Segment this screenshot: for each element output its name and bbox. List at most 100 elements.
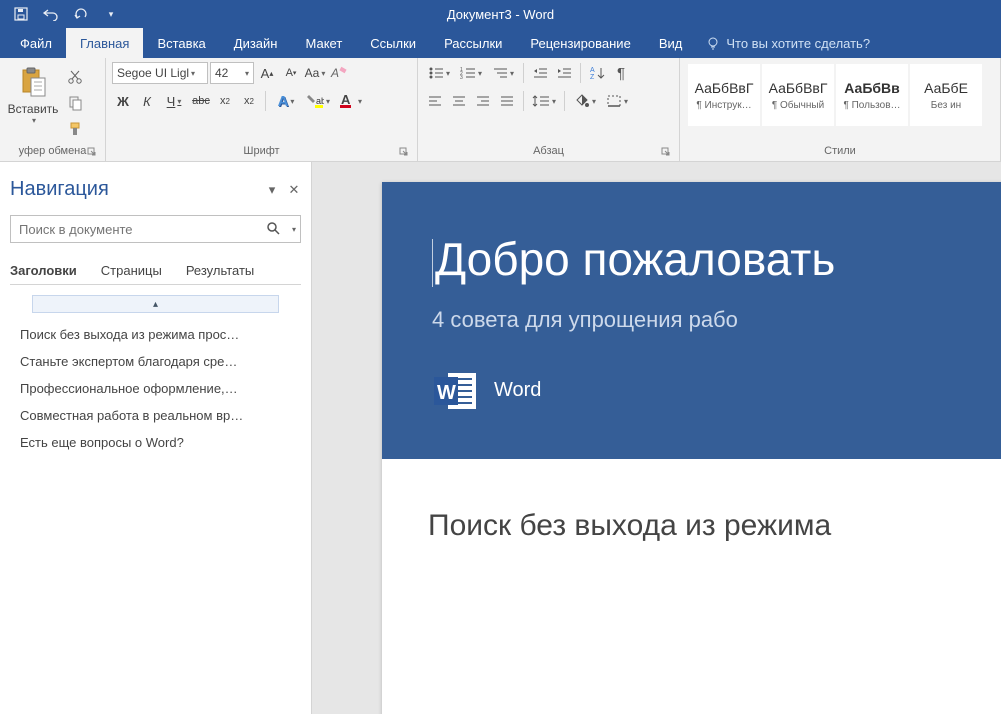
svg-text:Z: Z <box>590 74 595 81</box>
tab-insert[interactable]: Вставка <box>143 28 219 58</box>
page: Добро пожаловать 4 совета для упрощения … <box>382 182 1001 714</box>
multilevel-list-button[interactable]: ▾ <box>488 62 518 84</box>
cut-button[interactable] <box>64 66 86 88</box>
document-canvas[interactable]: Добро пожаловать 4 совета для упрощения … <box>312 162 1001 714</box>
nav-pane-title: Навигация <box>10 178 109 201</box>
dialog-launcher-icon[interactable] <box>87 147 97 157</box>
italic-button[interactable]: К <box>136 90 158 112</box>
font-color-icon: A <box>338 93 356 109</box>
increase-indent-button[interactable] <box>553 62 575 84</box>
search-input[interactable] <box>11 222 262 237</box>
tab-view[interactable]: Вид <box>645 28 697 58</box>
copy-button[interactable] <box>64 92 86 114</box>
document-title: Документ3 - Word <box>447 7 554 22</box>
numbering-button[interactable]: 123▾ <box>456 62 486 84</box>
dialog-launcher-icon[interactable] <box>661 147 671 157</box>
nav-tab-results[interactable]: Результаты <box>186 257 254 284</box>
shading-icon <box>574 93 590 109</box>
tab-home[interactable]: Главная <box>66 28 143 58</box>
style-item[interactable]: АаБбЕБез ин <box>910 64 982 126</box>
save-icon[interactable] <box>12 5 30 23</box>
dialog-launcher-icon[interactable] <box>399 147 409 157</box>
group-clipboard: Вставить ▾ уфер обмена <box>0 58 106 161</box>
nav-tab-pages[interactable]: Страницы <box>101 257 162 284</box>
svg-text:3: 3 <box>460 75 463 80</box>
align-right-button[interactable] <box>472 90 494 112</box>
group-font: Segoe UI Ligl▾ 42▾ A▴ A▾ Aa▾ A Ж К Ч▾ ab… <box>106 58 418 161</box>
decrease-font-button[interactable]: A▾ <box>280 62 302 84</box>
tab-review[interactable]: Рецензирование <box>516 28 644 58</box>
undo-icon[interactable] <box>42 5 60 23</box>
paste-label: Вставить <box>8 102 59 116</box>
borders-button[interactable]: ▾ <box>602 90 632 112</box>
tab-file[interactable]: Файл <box>6 28 66 58</box>
bullets-button[interactable]: ▾ <box>424 62 454 84</box>
sort-button[interactable]: AZ <box>586 62 608 84</box>
highlight-button[interactable]: ab▾ <box>303 90 333 112</box>
text-effects-button[interactable]: A▾ <box>271 90 301 112</box>
nav-item[interactable]: Совместная работа в реальном вр… <box>16 402 295 429</box>
ribbon-tabs: Файл Главная Вставка Дизайн Макет Ссылки… <box>0 28 1001 58</box>
paste-button[interactable]: Вставить ▾ <box>6 62 60 125</box>
subscript-button[interactable]: x2 <box>214 90 236 112</box>
tab-mailings[interactable]: Рассылки <box>430 28 516 58</box>
justify-button[interactable] <box>496 90 518 112</box>
line-spacing-button[interactable]: ▾ <box>529 90 559 112</box>
tab-layout[interactable]: Макет <box>291 28 356 58</box>
svg-text:A: A <box>590 67 595 74</box>
change-case-button[interactable]: Aa▾ <box>304 62 326 84</box>
show-marks-button[interactable]: ¶ <box>610 62 632 84</box>
clear-formatting-button[interactable]: A <box>328 62 350 84</box>
style-item[interactable]: АаБбВвГ¶ Инструк… <box>688 64 760 126</box>
chevron-down-icon[interactable]: ▾ <box>288 225 300 234</box>
bold-button[interactable]: Ж <box>112 90 134 112</box>
font-size-combo[interactable]: 42▾ <box>210 62 254 84</box>
qat-dropdown-icon[interactable]: ▾ <box>102 5 120 23</box>
font-name-combo[interactable]: Segoe UI Ligl▾ <box>112 62 208 84</box>
tell-me-label: Что вы хотите сделать? <box>726 36 870 51</box>
close-icon[interactable]: ✕ <box>287 183 301 197</box>
clear-formatting-icon: A <box>330 65 348 81</box>
align-left-icon <box>427 94 443 108</box>
format-painter-icon <box>67 121 83 137</box>
justify-icon <box>499 94 515 108</box>
underline-button[interactable]: Ч▾ <box>160 90 188 112</box>
sort-icon: AZ <box>589 65 605 81</box>
nav-item[interactable]: Поиск без выхода из режима прос… <box>16 321 295 348</box>
font-group-label: Шрифт <box>112 143 411 159</box>
svg-text:A: A <box>330 66 339 80</box>
font-color-button[interactable]: A▾ <box>335 90 365 112</box>
tell-me-search[interactable]: Что вы хотите сделать? <box>696 28 880 58</box>
navigation-pane: Навигация ▾ ✕ ▾ Заголовки Страницы Резул… <box>0 162 312 714</box>
align-left-button[interactable] <box>424 90 446 112</box>
shading-button[interactable]: ▾ <box>570 90 600 112</box>
strikethrough-button[interactable]: abc <box>190 90 212 112</box>
style-item[interactable]: АаБбВвГ¶ Обычный <box>762 64 834 126</box>
style-item[interactable]: АаБбВв¶ Пользов… <box>836 64 908 126</box>
word-logo: W Word <box>432 369 1001 413</box>
nav-search-box[interactable]: ▾ <box>10 215 301 243</box>
word-logo-text: Word <box>494 379 541 402</box>
collapse-bar[interactable]: ▴ <box>32 295 279 313</box>
nav-dropdown-icon[interactable]: ▾ <box>265 183 279 197</box>
format-painter-button[interactable] <box>64 118 86 140</box>
tab-design[interactable]: Дизайн <box>220 28 292 58</box>
redo-icon[interactable] <box>72 5 90 23</box>
nav-item[interactable]: Есть еще вопросы о Word? <box>16 429 295 456</box>
align-right-icon <box>475 94 491 108</box>
multilevel-icon <box>492 66 508 80</box>
svg-text:A: A <box>341 93 351 107</box>
styles-gallery[interactable]: АаБбВвГ¶ Инструк… АаБбВвГ¶ Обычный АаБбВ… <box>686 62 994 143</box>
search-icon[interactable] <box>262 221 286 237</box>
align-center-button[interactable] <box>448 90 470 112</box>
superscript-button[interactable]: x2 <box>238 90 260 112</box>
nav-tab-headings[interactable]: Заголовки <box>10 257 77 284</box>
decrease-indent-button[interactable] <box>529 62 551 84</box>
nav-item[interactable]: Станьте экспертом благодаря сре… <box>16 348 295 375</box>
nav-item[interactable]: Профессиональное оформление,… <box>16 375 295 402</box>
banner-subtitle: 4 совета для упрощения рабо <box>432 307 1001 333</box>
tab-references[interactable]: Ссылки <box>356 28 430 58</box>
increase-font-button[interactable]: A▴ <box>256 62 278 84</box>
paragraph-group-label: Абзац <box>424 143 673 159</box>
line-spacing-icon <box>532 94 550 108</box>
